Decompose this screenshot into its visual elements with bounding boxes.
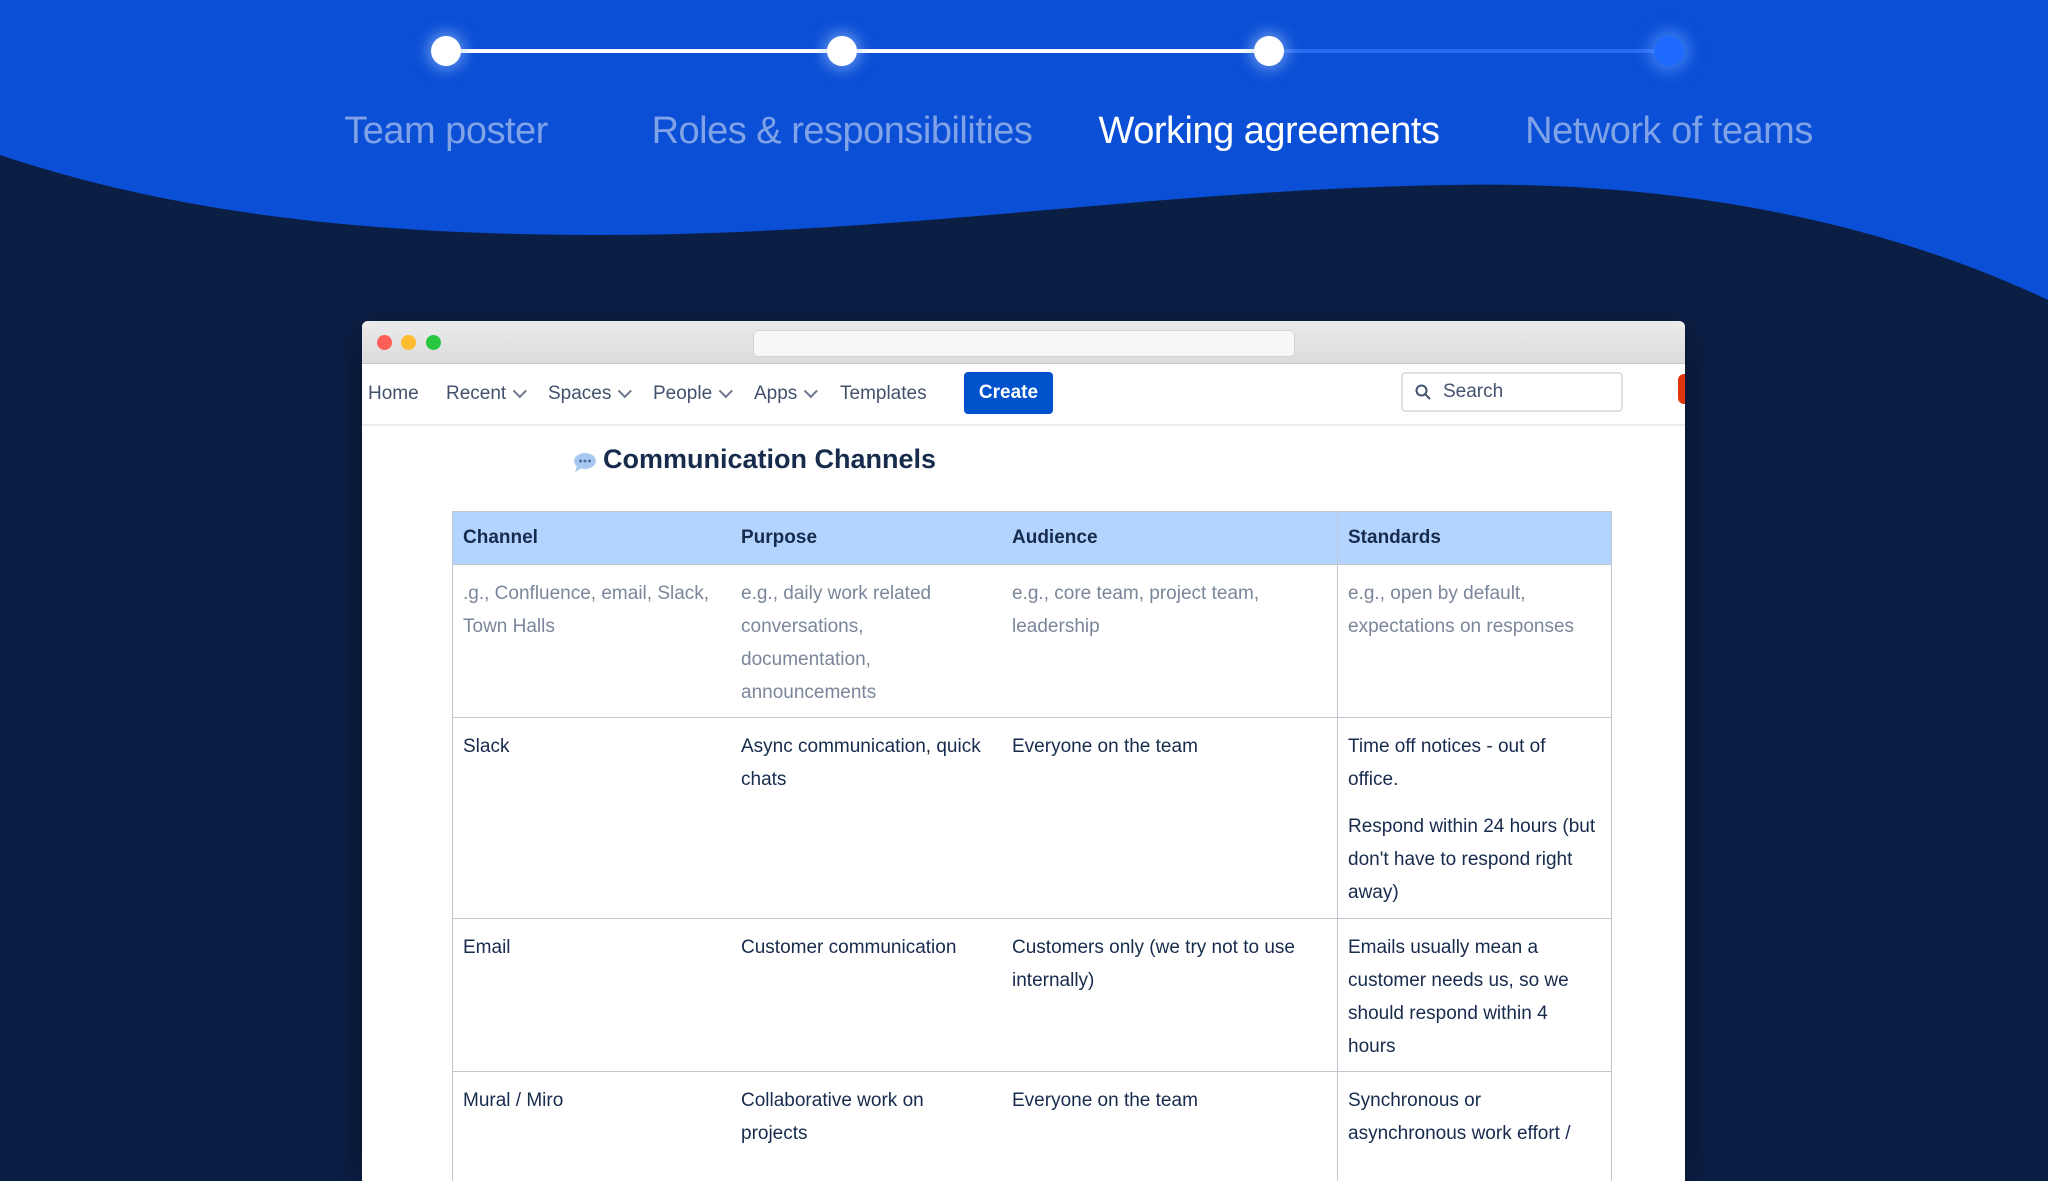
table-cell[interactable]: Customers only (we try not to use intern…	[1002, 919, 1337, 1009]
maximize-window-button[interactable]	[426, 335, 441, 350]
step-label-roles[interactable]: Roles & responsibilities	[652, 110, 1033, 153]
browser-window: Home Recent Spaces People Apps Templates…	[362, 321, 1685, 1181]
standards-paragraph: Respond within 24 hours (but don't have …	[1348, 816, 1596, 903]
table-cell[interactable]: Mural / Miro	[453, 1072, 731, 1129]
nav-home[interactable]: Home	[368, 364, 419, 424]
table-cell[interactable]: e.g., open by default, expectations on r…	[1337, 565, 1609, 717]
chevron-down-icon	[718, 384, 734, 399]
table-cell[interactable]: e.g., core team, project team, leadershi…	[1002, 565, 1337, 655]
table-cell[interactable]: Slack	[453, 718, 731, 775]
top-navigation: Home Recent Spaces People Apps Templates…	[362, 364, 1685, 426]
table-cell[interactable]: Time off notices - out of office. Respon…	[1337, 718, 1609, 918]
header-channel: Channel	[463, 527, 538, 548]
header-purpose: Purpose	[741, 527, 818, 548]
chevron-down-icon	[618, 384, 633, 399]
table-cell[interactable]: e.g., daily work related conversations, …	[731, 565, 1002, 721]
table-row: .g., Confluence, email, Slack, Town Hall…	[453, 565, 1611, 718]
stepper-track-complete	[446, 49, 1270, 53]
chevron-down-icon	[512, 384, 528, 399]
standards-paragraph: Time off notices - out of office.	[1348, 736, 1546, 790]
table-cell[interactable]: Customer communication	[731, 919, 1002, 976]
header-audience: Audience	[1012, 527, 1098, 548]
step-dot-4[interactable]	[1654, 36, 1684, 66]
close-window-button[interactable]	[377, 335, 392, 350]
step-label-working-agreements[interactable]: Working agreements	[1099, 110, 1440, 153]
minimize-window-button[interactable]	[401, 335, 416, 350]
step-label-network-of-teams[interactable]: Network of teams	[1525, 110, 1813, 153]
step-dot-2[interactable]	[827, 36, 857, 66]
speech-bubble-icon	[574, 453, 596, 472]
nav-apps-label: Apps	[754, 383, 798, 404]
table-row: Email Customer communication Customers o…	[453, 919, 1611, 1072]
table-header-row: Channel Purpose Audience Standards	[453, 511, 1611, 565]
search-placeholder: Search	[1443, 381, 1504, 402]
nav-spaces[interactable]: Spaces	[548, 364, 633, 424]
table-row: Slack Async communication, quick chats E…	[453, 718, 1611, 919]
header-standards: Standards	[1337, 512, 1609, 564]
nav-people-label: People	[653, 383, 713, 404]
create-button[interactable]: Create	[964, 372, 1053, 414]
nav-people[interactable]: People	[653, 364, 734, 424]
avatar[interactable]	[1678, 374, 1685, 404]
table-cell[interactable]: Everyone on the team	[1002, 1072, 1337, 1129]
nav-templates-label: Templates	[840, 383, 927, 404]
window-titlebar	[362, 321, 1685, 364]
search-input[interactable]: Search	[1401, 372, 1623, 412]
page-title: Communication Channels	[603, 444, 937, 474]
table-cell[interactable]: Email	[453, 919, 731, 976]
progress-stepper: Team poster Roles & responsibilities Wor…	[0, 0, 2048, 180]
table-row: Mural / Miro Collaborative work on proje…	[453, 1072, 1611, 1181]
step-label-team-poster[interactable]: Team poster	[344, 110, 548, 153]
communication-channels-table: Channel Purpose Audience Standards .g., …	[452, 511, 1612, 1181]
nav-templates[interactable]: Templates	[840, 364, 927, 424]
standards-paragraph: Emails usually mean a customer needs us,…	[1348, 937, 1569, 1057]
chevron-down-icon	[804, 384, 819, 399]
table-cell[interactable]: Emails usually mean a customer needs us,…	[1337, 919, 1609, 1071]
address-bar[interactable]	[753, 330, 1295, 357]
search-icon	[1415, 384, 1431, 400]
step-dot-1[interactable]	[431, 36, 461, 66]
table-cell[interactable]: Collaborative work on projects	[731, 1072, 1002, 1162]
nav-spaces-label: Spaces	[548, 383, 612, 404]
table-cell[interactable]: Async communication, quick chats	[731, 718, 1002, 808]
nav-home-label: Home	[368, 383, 419, 404]
stepper-track-remaining	[1270, 49, 1670, 53]
nav-recent-label: Recent	[446, 383, 507, 404]
table-cell[interactable]: Everyone on the team	[1002, 718, 1337, 775]
table-cell[interactable]: Synchronous or asynchronous work effort …	[1337, 1072, 1609, 1181]
nav-apps[interactable]: Apps	[754, 364, 819, 424]
step-dot-3[interactable]	[1254, 36, 1284, 66]
standards-paragraph: Synchronous or asynchronous work effort …	[1348, 1090, 1571, 1144]
table-cell[interactable]: .g., Confluence, email, Slack, Town Hall…	[453, 565, 731, 655]
nav-recent[interactable]: Recent	[446, 364, 528, 424]
